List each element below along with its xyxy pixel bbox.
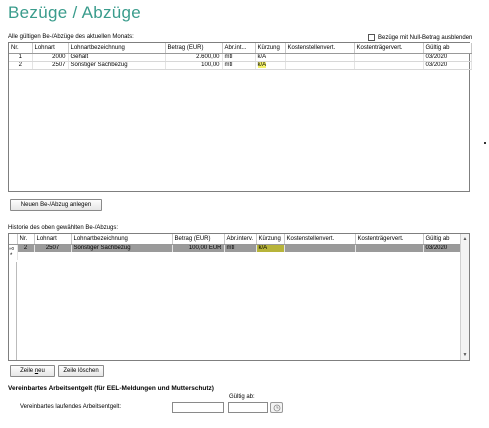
table-row-selected[interactable]: »0 2 2507 Sonstiger Sachbezug 100,00 EUR…: [9, 244, 463, 252]
grid-header-row: Nr. Lohnart Lohnartbezeichnung Betrag (E…: [9, 43, 472, 54]
grid-header-row: Nr. Lohnart Lohnartbezeichnung Betrag (E…: [9, 234, 463, 245]
cell-lohnart[interactable]: 2507: [32, 61, 69, 70]
scroll-up-arrow-icon[interactable]: ▲: [461, 235, 469, 243]
col-header-kostenstellenvert[interactable]: Kostenstellenvert.: [284, 234, 356, 245]
calendar-icon[interactable]: [270, 402, 283, 413]
cell-lohnart[interactable]: 2507: [34, 244, 72, 252]
col-header-kuerzung[interactable]: Kürzung: [255, 43, 286, 54]
new-row-label-pre: Zeile: [20, 368, 35, 374]
cell-kuerzung[interactable]: k/A: [256, 244, 285, 252]
col-header-betrag[interactable]: Betrag (EUR): [165, 43, 223, 54]
cell-kostentraegervert[interactable]: [355, 244, 424, 252]
col-header-lohnart[interactable]: Lohnart: [32, 43, 69, 54]
col-header-kostentraegervert[interactable]: Kostenträgervert.: [354, 43, 424, 54]
cell-betrag[interactable]: 100,00: [165, 61, 223, 70]
new-row-marker: *: [9, 252, 18, 260]
cell-betrag[interactable]: 100,00 EUR: [172, 244, 225, 252]
delete-row-button[interactable]: Zeile löschen: [58, 365, 104, 377]
agreed-pay-section-title: Vereinbartes Arbeitsentgelt (für EEL-Mel…: [8, 385, 214, 392]
cell-abr-int[interactable]: mtl: [222, 61, 256, 70]
cell-nr[interactable]: 1: [9, 53, 33, 62]
row-marker-column: [9, 262, 17, 360]
history-label: Historie des oben gewählten Be-/Abzugs:: [8, 225, 119, 231]
col-header-gueltig-ab[interactable]: Gültig ab: [423, 43, 472, 54]
scroll-down-arrow-icon[interactable]: ▼: [461, 351, 469, 359]
kuerzung-highlight: k/A: [257, 62, 267, 68]
col-header-betrag[interactable]: Betrag (EUR): [172, 234, 225, 245]
new-row-label-post: eu: [38, 368, 45, 374]
cell-betrag[interactable]: 2.600,00: [165, 53, 223, 62]
current-month-label: Alle gültigen Be-/Abzüge des aktuellen M…: [8, 34, 134, 40]
new-row-button[interactable]: Zeile n eu: [10, 365, 55, 377]
cell-lohnartbezeichnung[interactable]: Sonstiger Sachbezug: [68, 61, 166, 70]
cell-kostenstellenvert[interactable]: [284, 244, 356, 252]
hide-zero-label[interactable]: Bezüge mit Null-Betrag ausblenden: [378, 35, 472, 41]
hide-zero-checkbox[interactable]: [368, 34, 375, 41]
new-entry-button[interactable]: Neuen Be-/Abzug anlegen: [10, 199, 102, 211]
col-header-abr-interv[interactable]: Abr.interv.: [224, 234, 257, 245]
agreed-pay-amount-input[interactable]: [172, 402, 224, 413]
new-row-cells[interactable]: [17, 252, 463, 260]
col-header-lohnartbezeichnung[interactable]: Lohnartbezeichnung: [71, 234, 173, 245]
col-header-lohnart[interactable]: Lohnart: [34, 234, 72, 245]
cell-kuerzung[interactable]: k/A: [255, 53, 286, 62]
cell-kostenstellenvert[interactable]: [285, 53, 355, 62]
col-header-gueltig-ab[interactable]: Gültig ab: [423, 234, 463, 245]
cell-kuerzung[interactable]: k/A: [255, 61, 286, 70]
row-marker-header: [9, 234, 18, 245]
cell-lohnart[interactable]: 2000: [32, 53, 69, 62]
col-header-kuerzung[interactable]: Kürzung: [256, 234, 285, 245]
cell-abr-interv[interactable]: mtl: [224, 244, 257, 252]
cell-kostenstellenvert[interactable]: [285, 61, 355, 70]
table-row[interactable]: 1 2000 Gehalt 2.600,00 mtl k/A 03/2020: [9, 53, 472, 62]
valid-from-date-input[interactable]: [228, 402, 268, 413]
cell-gueltig-ab[interactable]: 03/2020: [423, 244, 463, 252]
cell-nr[interactable]: 2: [17, 244, 35, 252]
col-header-kostentraegervert[interactable]: Kostenträgervert.: [355, 234, 424, 245]
hide-zero-checkbox-row[interactable]: Bezüge mit Null-Betrag ausblenden: [368, 34, 472, 41]
cell-lohnartbezeichnung[interactable]: Gehalt: [68, 53, 166, 62]
col-header-kostenstellenvert[interactable]: Kostenstellenvert.: [285, 43, 355, 54]
col-header-lohnartbezeichnung[interactable]: Lohnartbezeichnung: [68, 43, 166, 54]
cell-gueltig-ab[interactable]: 03/2020: [423, 53, 472, 62]
cell-kostentraegervert[interactable]: [354, 61, 424, 70]
col-header-nr[interactable]: Nr.: [9, 43, 33, 54]
history-vertical-scrollbar[interactable]: ▲ ▼: [460, 234, 469, 360]
col-header-abr-int[interactable]: Abr.int...: [222, 43, 256, 54]
history-table: Nr. Lohnart Lohnartbezeichnung Betrag (E…: [9, 234, 463, 260]
page-title: Bezüge / Abzüge: [8, 3, 142, 22]
agreed-pay-label: Vereinbartes laufendes Arbeitsentgelt:: [20, 404, 122, 410]
table-row[interactable]: 2 2507 Sonstiger Sachbezug 100,00 mtl k/…: [9, 61, 472, 70]
cell-kostentraegervert[interactable]: [354, 53, 424, 62]
history-grid[interactable]: Nr. Lohnart Lohnartbezeichnung Betrag (E…: [8, 233, 470, 361]
row-selector-marker[interactable]: »0: [9, 244, 18, 252]
new-row[interactable]: *: [9, 252, 463, 260]
stray-dot: [484, 142, 486, 144]
cell-nr[interactable]: 2: [9, 61, 33, 70]
valid-from-label: Gültig ab:: [229, 394, 255, 400]
cell-gueltig-ab[interactable]: 03/2020: [423, 61, 472, 70]
col-header-nr[interactable]: Nr.: [17, 234, 35, 245]
cell-abr-int[interactable]: mtl: [222, 53, 256, 62]
cell-lohnartbezeichnung[interactable]: Sonstiger Sachbezug: [71, 244, 173, 252]
current-entries-table: Nr. Lohnart Lohnartbezeichnung Betrag (E…: [9, 43, 472, 70]
current-entries-grid[interactable]: Nr. Lohnart Lohnartbezeichnung Betrag (E…: [8, 42, 472, 192]
